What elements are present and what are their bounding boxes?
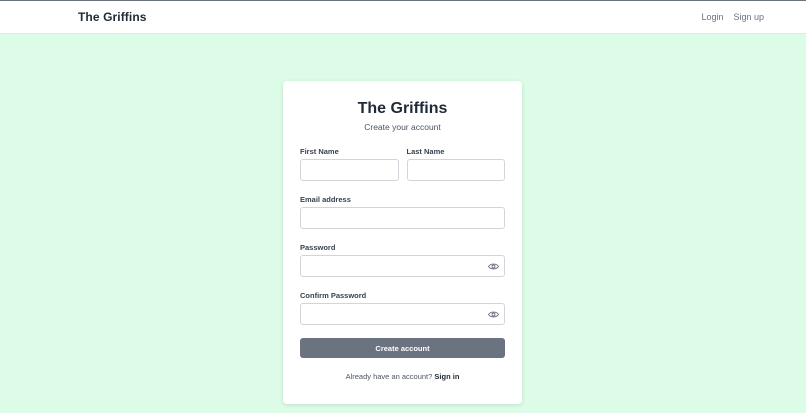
signup-link[interactable]: Sign up [733,12,764,22]
password-group: Password [300,243,505,277]
confirm-password-label: Confirm Password [300,291,367,300]
confirm-password-wrapper [300,303,505,325]
email-group: Email address [300,195,505,229]
email-input[interactable] [300,207,505,229]
eye-icon[interactable] [488,261,499,272]
first-name-label: First Name [300,147,339,156]
last-name-group: Last Name [406,147,505,181]
first-name-input[interactable] [300,159,399,181]
confirm-password-input[interactable] [300,303,505,325]
navbar: The Griffins Login Sign up [0,1,806,34]
login-link[interactable]: Login [701,12,723,22]
password-label: Password [300,243,336,252]
last-name-label: Last Name [406,147,445,156]
signup-card: The Griffins Create your account First N… [283,81,522,404]
signin-prompt: Already have an account? Sign in [300,372,505,381]
email-label: Email address [300,195,351,204]
signin-prompt-text: Already have an account? [345,372,433,381]
brand-logo[interactable]: The Griffins [78,10,147,24]
main-content: The Griffins Create your account First N… [0,34,806,413]
signin-link[interactable]: Sign in [434,372,459,381]
password-input[interactable] [300,255,505,277]
first-name-group: First Name [300,147,399,181]
eye-icon[interactable] [488,309,499,320]
card-title: The Griffins [357,100,448,117]
last-name-input[interactable] [406,159,505,181]
nav-links: Login Sign up [701,12,764,22]
password-wrapper [300,255,505,277]
confirm-password-group: Confirm Password [300,291,505,325]
create-account-button[interactable]: Create account [300,338,505,358]
card-subtitle: Create your account [364,122,441,132]
name-row: First Name Last Name [300,147,505,181]
